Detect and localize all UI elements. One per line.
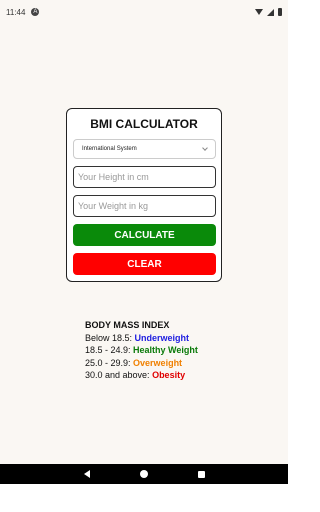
weight-input[interactable] xyxy=(73,195,216,217)
bmi-category: Obesity xyxy=(152,370,186,380)
back-icon[interactable] xyxy=(83,470,90,478)
calculate-button[interactable]: CALCULATE xyxy=(73,224,216,246)
chevron-down-icon xyxy=(202,145,208,151)
clear-button[interactable]: CLEAR xyxy=(73,253,216,275)
status-bar: 11:44 A xyxy=(0,0,288,24)
wifi-icon xyxy=(255,9,263,15)
battery-icon xyxy=(278,8,282,16)
recents-icon[interactable] xyxy=(197,470,205,478)
bmi-range: 18.5 - 24.9: xyxy=(85,345,134,355)
notification-icon: A xyxy=(31,8,40,16)
bmi-index-heading: BODY MASS INDEX xyxy=(85,320,170,330)
bmi-category: Healthy Weight xyxy=(133,345,198,355)
bmi-row-obesity: 30.0 and above: Obesity xyxy=(85,369,198,382)
bmi-category: Overweight xyxy=(133,357,183,368)
unit-system-select[interactable]: International System xyxy=(73,139,216,159)
bmi-row-healthy: 18.5 - 24.9: Healthy Weight xyxy=(85,344,198,357)
bmi-row-overweight: 25.0 - 29.9: Overweight xyxy=(85,357,198,370)
navigation-bar xyxy=(0,464,288,484)
app-title: BMI CALCULATOR xyxy=(90,117,198,131)
bmi-category: Underweight xyxy=(134,332,190,343)
status-icons xyxy=(255,8,282,16)
signal-icon xyxy=(267,8,274,16)
home-icon[interactable] xyxy=(139,470,148,478)
bmi-range: 30.0 and above: xyxy=(85,370,153,380)
status-time: 11:44 xyxy=(6,7,26,17)
bmi-index-legend: BODY MASS INDEX Below 18.5: Underweight … xyxy=(85,319,198,382)
bmi-range: 25.0 - 29.9: xyxy=(85,357,134,368)
bmi-calculator-card: BMI CALCULATOR International System CALC… xyxy=(66,108,222,282)
bmi-row-underweight: Below 18.5: Underweight xyxy=(85,332,198,345)
unit-system-selected: International System xyxy=(82,146,137,152)
height-input[interactable] xyxy=(73,166,216,188)
bmi-range: Below 18.5: xyxy=(85,332,135,343)
